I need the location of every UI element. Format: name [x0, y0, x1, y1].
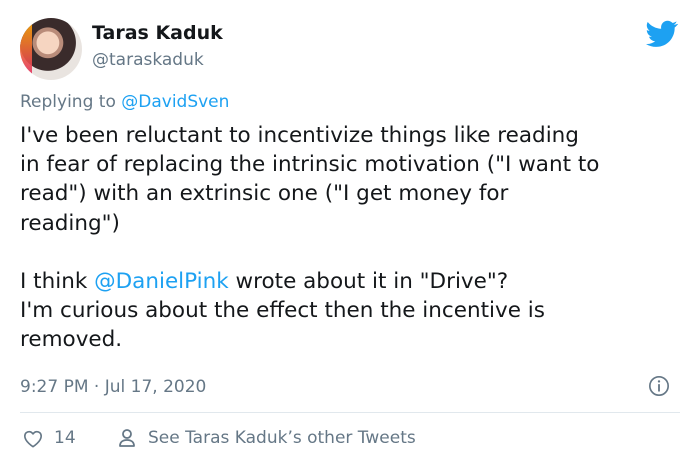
- tweet-line: I think @DanielPink wrote about it in "D…: [20, 267, 680, 296]
- tweet-line: I'm curious about the effect then the in…: [20, 298, 545, 324]
- tweet-text: I've been reluctant to incentivize thing…: [20, 121, 680, 355]
- person-icon: [119, 429, 135, 447]
- tweet-line: read") with an extrinsic one ("I get mon…: [20, 181, 509, 207]
- author-handle[interactable]: @taraskaduk: [92, 50, 204, 70]
- replying-to: Replying to @DavidSven: [20, 92, 229, 112]
- divider: [20, 412, 680, 413]
- tweet-line: removed.: [20, 327, 123, 353]
- author-name[interactable]: Taras Kaduk: [92, 22, 223, 44]
- reply-mention-link[interactable]: @DavidSven: [121, 92, 229, 112]
- tweet-line: in fear of replacing the intrinsic motiv…: [20, 152, 600, 178]
- info-icon[interactable]: [648, 375, 670, 397]
- avatar-accent: [20, 18, 32, 80]
- tweet-line-suffix: wrote about it in "Drive"?: [228, 269, 509, 294]
- tweet-line: reading"): [20, 210, 120, 236]
- replying-prefix: Replying to: [20, 92, 122, 112]
- like-button[interactable]: 14: [22, 428, 76, 448]
- avatar[interactable]: [20, 18, 82, 80]
- mention-link[interactable]: @DanielPink: [94, 269, 229, 294]
- timestamp[interactable]: 9:27 PM · Jul 17, 2020: [20, 377, 206, 397]
- other-tweets-label: See Taras Kaduk’s other Tweets: [148, 428, 416, 448]
- other-tweets-link[interactable]: See Taras Kaduk’s other Tweets: [118, 428, 416, 448]
- twitter-bird-icon[interactable]: [646, 20, 678, 48]
- heart-icon: [24, 430, 42, 448]
- tweet-line-prefix: I think: [20, 269, 95, 294]
- like-count: 14: [54, 428, 76, 448]
- tweet-line: I've been reluctant to incentivize thing…: [20, 123, 579, 148]
